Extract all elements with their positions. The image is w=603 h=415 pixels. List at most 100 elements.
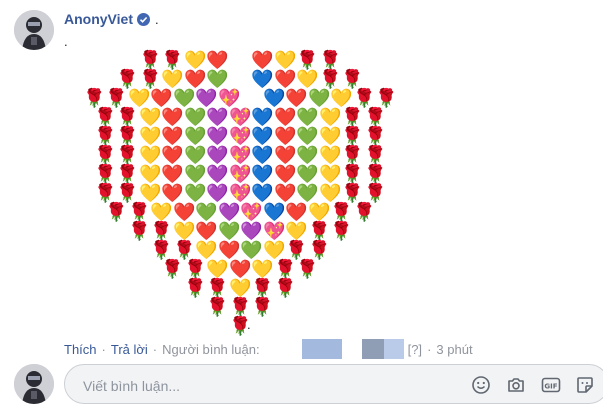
- heart-emoji: ❤️: [285, 202, 308, 222]
- heart-emoji: 🌹: [251, 278, 274, 298]
- heart-emoji: 🌹: [341, 69, 364, 89]
- commenter-label: Người bình luận:: [162, 341, 260, 357]
- heart-emoji: 💛: [251, 259, 274, 279]
- heart-emoji: 💜: [195, 88, 218, 108]
- heart-emoji: 💜: [218, 202, 241, 222]
- heart-emoji: 🌹: [173, 240, 196, 260]
- heart-emoji: 💛: [206, 259, 229, 279]
- heart-emoji: 🌹: [116, 126, 139, 146]
- heart-emoji: 🌹: [105, 202, 128, 222]
- heart-emoji: 💛: [263, 240, 286, 260]
- heart-emoji: ❤️: [218, 240, 241, 260]
- heart-emoji: 🌹: [330, 202, 353, 222]
- author-avatar[interactable]: [14, 10, 54, 50]
- timestamp[interactable]: 3 phút: [436, 342, 472, 357]
- heart-emoji: 💛: [184, 50, 207, 70]
- heart-emoji: 💙: [251, 145, 274, 165]
- heart-emoji: ❤️: [285, 88, 308, 108]
- heart-emoji: 🌹: [364, 126, 387, 146]
- heart-emoji: 🌹: [161, 50, 184, 70]
- heart-emoji: 🌹: [116, 107, 139, 127]
- heart-emoji: 🌹: [128, 221, 151, 241]
- heart-emoji: 🌹: [341, 183, 364, 203]
- heart-emoji: 🌹: [251, 297, 274, 317]
- heart-emoji: 🌹: [308, 221, 331, 241]
- heart-emoji: 🌹: [296, 259, 319, 279]
- author-row: AnonyViet .: [64, 11, 159, 27]
- heart-emoji: 🌹: [206, 278, 229, 298]
- gif-icon[interactable]: GIF: [541, 375, 561, 395]
- heart-emoji: 🌹: [375, 88, 398, 108]
- heart-emoji: 💚: [296, 145, 319, 165]
- comment-actions-row: Thích · Trả lời · Người bình luận: [?] ·…: [64, 339, 473, 359]
- heart-emoji: 🌹: [94, 107, 117, 127]
- heart-emoji: 🌹: [364, 183, 387, 203]
- heart-emoji: 💖: [229, 126, 252, 146]
- heart-emoji: ❤️: [251, 50, 274, 70]
- author-name[interactable]: AnonyViet: [64, 11, 133, 27]
- heart-emoji: 🌹: [116, 145, 139, 165]
- heart-emoji: 🌹: [184, 259, 207, 279]
- heart-emoji: 🌹: [94, 183, 117, 203]
- heart-emoji: 💖: [229, 145, 252, 165]
- heart-emoji: 🌹: [330, 221, 353, 241]
- comment-composer[interactable]: GIF: [64, 364, 603, 404]
- heart-emoji: ❤️: [274, 145, 297, 165]
- heart-emoji: 🌹: [83, 88, 106, 108]
- heart-emoji: 🌹: [229, 297, 252, 317]
- heart-emoji: ❤️: [161, 183, 184, 203]
- heart-emoji: ❤️: [195, 221, 218, 241]
- heart-emoji: 💙: [251, 183, 274, 203]
- heart-emoji: 🌹: [341, 145, 364, 165]
- heart-emoji: 💜: [206, 145, 229, 165]
- redacted-block: [383, 339, 404, 359]
- camera-icon[interactable]: [506, 375, 526, 395]
- heart-emoji: 🌹: [94, 164, 117, 184]
- like-link[interactable]: Thích: [64, 342, 97, 357]
- heart-emoji: 🌹: [116, 164, 139, 184]
- art-tail-dot: .: [247, 317, 251, 332]
- heart-emoji: 💚: [296, 164, 319, 184]
- heart-emoji: ❤️: [274, 183, 297, 203]
- heart-emoji: 🌹: [308, 240, 331, 260]
- sticker-icon[interactable]: [575, 375, 595, 395]
- heart-emoji: 💚: [184, 145, 207, 165]
- heart-emoji: 💛: [195, 240, 218, 260]
- separator-dot: ·: [427, 341, 432, 357]
- heart-emoji: 💚: [296, 126, 319, 146]
- reply-link[interactable]: Trả lời: [111, 342, 148, 357]
- heart-emoji: 🌹: [364, 164, 387, 184]
- heart-emoji: 💛: [173, 221, 196, 241]
- heart-emoji: 💛: [139, 164, 162, 184]
- heart-emoji: ❤️: [150, 88, 173, 108]
- current-user-avatar[interactable]: [14, 364, 54, 404]
- heart-emoji: 💙: [251, 164, 274, 184]
- heart-emoji: 🌹: [274, 259, 297, 279]
- heart-emoji: 🌹: [319, 69, 342, 89]
- smiley-icon[interactable]: [471, 375, 491, 395]
- heart-emoji: 💛: [296, 69, 319, 89]
- author-trailing-dot: .: [154, 11, 159, 27]
- heart-emoji: ❤️: [274, 126, 297, 146]
- heart-emoji: 🌹: [353, 88, 376, 108]
- heart-emoji: 💚: [195, 202, 218, 222]
- heart-emoji: 🌹: [94, 145, 117, 165]
- heart-emoji: 💚: [173, 88, 196, 108]
- heart-emoji: 💛: [330, 88, 353, 108]
- heart-emoji: 💛: [229, 278, 252, 298]
- heart-emoji: 💛: [139, 107, 162, 127]
- comment-input[interactable]: [81, 375, 445, 397]
- heart-emoji: 🌹: [116, 69, 139, 89]
- heart-emoji: 💚: [240, 240, 263, 260]
- heart-emoji: 💚: [184, 126, 207, 146]
- heart-emoji: ❤️: [274, 69, 297, 89]
- heart-emoji: 🌹: [341, 107, 364, 127]
- heart-emoji: 🌹: [128, 202, 151, 222]
- heart-emoji: 🌹: [319, 50, 342, 70]
- heart-emoji: 💙: [251, 126, 274, 146]
- redacted-block: [361, 339, 384, 359]
- heart-emoji: ❤️: [161, 126, 184, 146]
- heart-emoji: 💛: [308, 202, 331, 222]
- verified-badge-icon: [136, 12, 150, 26]
- heart-emoji: 💜: [206, 164, 229, 184]
